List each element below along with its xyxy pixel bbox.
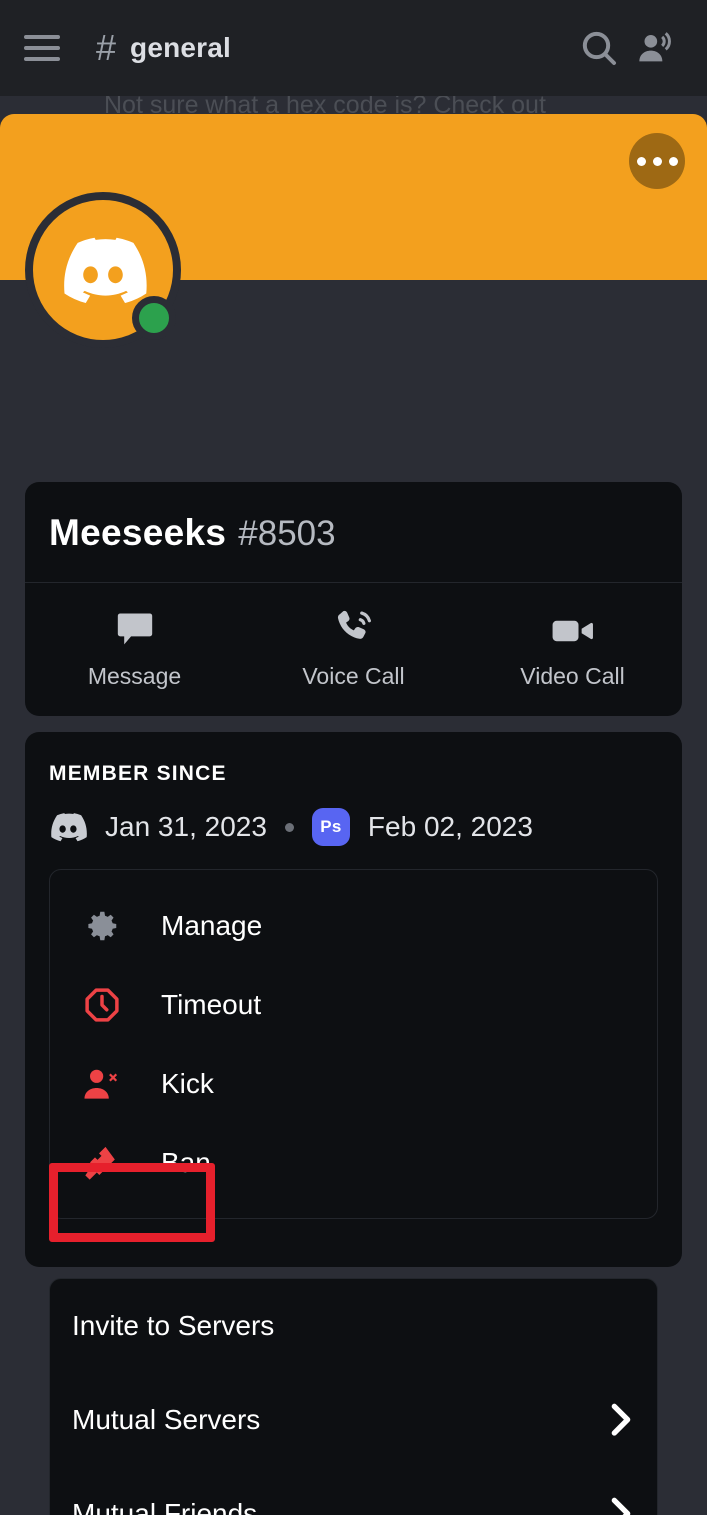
kick-item[interactable]: Kick [50, 1044, 657, 1123]
date-separator-dot [284, 822, 294, 832]
status-badge-online [132, 296, 176, 340]
profile-links-card: Invite to Servers Mutual Servers Mutual … [49, 1278, 658, 1515]
members-icon[interactable] [627, 20, 683, 76]
mutual-servers-label: Mutual Servers [72, 1404, 261, 1435]
mutual-friends-label: Mutual Friends [72, 1498, 258, 1515]
server-join-date: Feb 02, 2023 [367, 811, 533, 842]
invite-to-servers-label: Invite to Servers [72, 1310, 275, 1341]
member-since-title: MEMBER SINCE [49, 762, 227, 785]
video-call-icon [551, 603, 595, 647]
ban-label: Ban [161, 1146, 211, 1178]
gear-icon [76, 907, 128, 945]
timeout-item[interactable]: Timeout [50, 965, 657, 1044]
server-badge: Ps [311, 808, 350, 846]
ban-item[interactable]: Ban [50, 1123, 657, 1202]
hash-icon: # [96, 27, 117, 68]
mutual-servers-item[interactable]: Mutual Servers [50, 1373, 657, 1467]
voice-call-label: Voice Call [302, 663, 405, 689]
discord-user-profile-screen: # general Not sure what a hex code is? C… [0, 0, 707, 1515]
message-label: Message [87, 663, 182, 689]
discord-join-date: Jan 31, 2023 [105, 811, 267, 842]
member-since-row: Jan 31, 2023 Ps Feb 02, 2023 [49, 808, 658, 846]
channel-header: # general [0, 0, 707, 96]
more-options-icon[interactable] [629, 133, 685, 189]
channel-name[interactable]: general [130, 32, 231, 64]
voice-call-icon [333, 603, 375, 647]
username-row: Meeseeks #8503 [25, 482, 682, 582]
chevron-right-icon [611, 1403, 631, 1437]
mutual-friends-item[interactable]: Mutual Friends [50, 1467, 657, 1515]
message-button[interactable]: Message [25, 603, 244, 690]
hammer-icon [76, 1143, 128, 1183]
profile-name-card: Meeseeks #8503 Message Voice Call Video … [25, 482, 682, 716]
message-icon [115, 603, 155, 647]
person-remove-icon [76, 1066, 128, 1102]
manage-label: Manage [161, 909, 263, 941]
discord-logo-icon [51, 813, 87, 842]
search-icon[interactable] [571, 20, 627, 76]
user-discriminator: #8503 [238, 514, 336, 553]
avatar[interactable] [25, 192, 181, 348]
manage-item[interactable]: Manage [50, 886, 657, 965]
hamburger-icon[interactable] [24, 35, 60, 61]
video-call-button[interactable]: Video Call [463, 603, 682, 690]
clock-icon [76, 986, 128, 1024]
video-call-label: Video Call [520, 663, 625, 689]
chevron-right-icon [611, 1497, 631, 1515]
invite-to-servers-item[interactable]: Invite to Servers [50, 1279, 657, 1373]
username: Meeseeks [49, 512, 227, 553]
moderation-actions-card: Manage Timeout Kick Ban [49, 869, 658, 1219]
voice-call-button[interactable]: Voice Call [244, 603, 463, 690]
profile-actions: Message Voice Call Video Call [25, 583, 682, 716]
timeout-label: Timeout [161, 988, 262, 1020]
kick-label: Kick [161, 1067, 214, 1099]
